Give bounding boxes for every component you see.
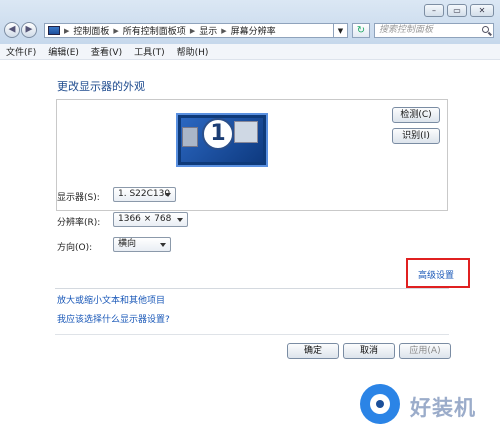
forward-button[interactable]: ▶ <box>21 22 37 38</box>
orientation-select-value: 横向 <box>118 239 137 249</box>
menu-file[interactable]: 文件(F) <box>6 45 36 58</box>
resolution-label: 分辨率(R): <box>57 218 101 228</box>
menu-help[interactable]: 帮助(H) <box>177 45 209 58</box>
search-input[interactable]: 搜索控制面板 <box>374 23 494 38</box>
menu-tools[interactable]: 工具(T) <box>134 45 165 58</box>
search-icon <box>482 26 489 33</box>
back-button[interactable]: ◀ <box>4 22 20 38</box>
breadcrumb-display[interactable]: 显示 <box>199 24 217 37</box>
window-thumbnail-icon <box>182 127 198 147</box>
advanced-settings-link[interactable]: 高级设置 <box>418 268 454 281</box>
menu-edit[interactable]: 编辑(E) <box>48 45 79 58</box>
divider <box>55 334 449 335</box>
chevron-right-icon: ▶ <box>189 26 196 35</box>
arrow-left-icon: ◀ <box>8 24 16 35</box>
page-title: 更改显示器的外观 <box>57 80 145 93</box>
chevron-down-icon <box>160 243 166 247</box>
orientation-label: 方向(O): <box>57 243 93 253</box>
watermark-text: 好装机 <box>410 396 476 420</box>
apply-button[interactable]: 应用(A) <box>399 343 451 359</box>
breadcrumb-screen-resolution[interactable]: 屏幕分辨率 <box>231 24 276 37</box>
identify-button[interactable]: 识别(I) <box>392 128 440 144</box>
maximize-button[interactable]: ▭ <box>447 4 467 17</box>
menu-view[interactable]: 查看(V) <box>91 45 122 58</box>
close-button[interactable]: ✕ <box>470 4 494 17</box>
resolution-select[interactable]: 1366 × 768 <box>113 212 188 227</box>
minimize-button[interactable]: – <box>424 4 444 17</box>
breadcrumb-control-panel[interactable]: 控制面板 <box>73 24 109 37</box>
arrow-right-icon: ▶ <box>25 24 33 35</box>
ok-button[interactable]: 确定 <box>287 343 339 359</box>
monitor-1[interactable]: 1 <box>176 113 268 167</box>
address-dropdown-button[interactable]: ▼ <box>334 23 348 38</box>
chevron-down-icon: ▼ <box>337 27 344 35</box>
display-settings-help-link[interactable]: 我应该选择什么显示器设置? <box>57 312 170 325</box>
refresh-icon: ↻ <box>356 25 366 36</box>
watermark-logo-icon <box>360 384 400 424</box>
chevron-down-icon <box>165 193 171 197</box>
control-panel-icon <box>48 26 60 35</box>
detect-button[interactable]: 检测(C) <box>392 107 440 123</box>
chevron-down-icon <box>177 218 183 222</box>
text-size-link[interactable]: 放大或缩小文本和其他项目 <box>57 293 165 306</box>
main-content: 更改显示器的外观 1 检测(C) 识别(I) 显示器(S): 1. S22C13… <box>0 61 500 435</box>
divider <box>55 288 449 289</box>
search-placeholder: 搜索控制面板 <box>379 25 434 35</box>
display-label: 显示器(S): <box>57 193 100 203</box>
cancel-button[interactable]: 取消 <box>343 343 395 359</box>
orientation-select[interactable]: 横向 <box>113 237 171 252</box>
title-bar: – ▭ ✕ ◀ ▶ ▶ 控制面板 ▶ 所有控制面板项 ▶ 显示 ▶ 屏幕分辨率 … <box>0 0 500 45</box>
resolution-select-value: 1366 × 768 <box>118 214 172 224</box>
breadcrumb-all-items[interactable]: 所有控制面板项 <box>123 24 186 37</box>
chevron-right-icon: ▶ <box>64 26 70 35</box>
window-thumbnail-icon <box>234 121 258 143</box>
monitor-number-badge: 1 <box>202 118 234 150</box>
display-select-value: 1. S22C130 <box>118 189 171 199</box>
chevron-right-icon: ▶ <box>221 26 227 35</box>
chevron-right-icon: ▶ <box>113 26 119 35</box>
refresh-button[interactable]: ↻ <box>352 23 370 38</box>
menu-bar: 文件(F) 编辑(E) 查看(V) 工具(T) 帮助(H) <box>0 44 500 60</box>
display-select[interactable]: 1. S22C130 <box>113 187 176 202</box>
advanced-settings-highlight: 高级设置 <box>406 258 470 288</box>
address-bar[interactable]: ▶ 控制面板 ▶ 所有控制面板项 ▶ 显示 ▶ 屏幕分辨率 <box>44 23 334 38</box>
